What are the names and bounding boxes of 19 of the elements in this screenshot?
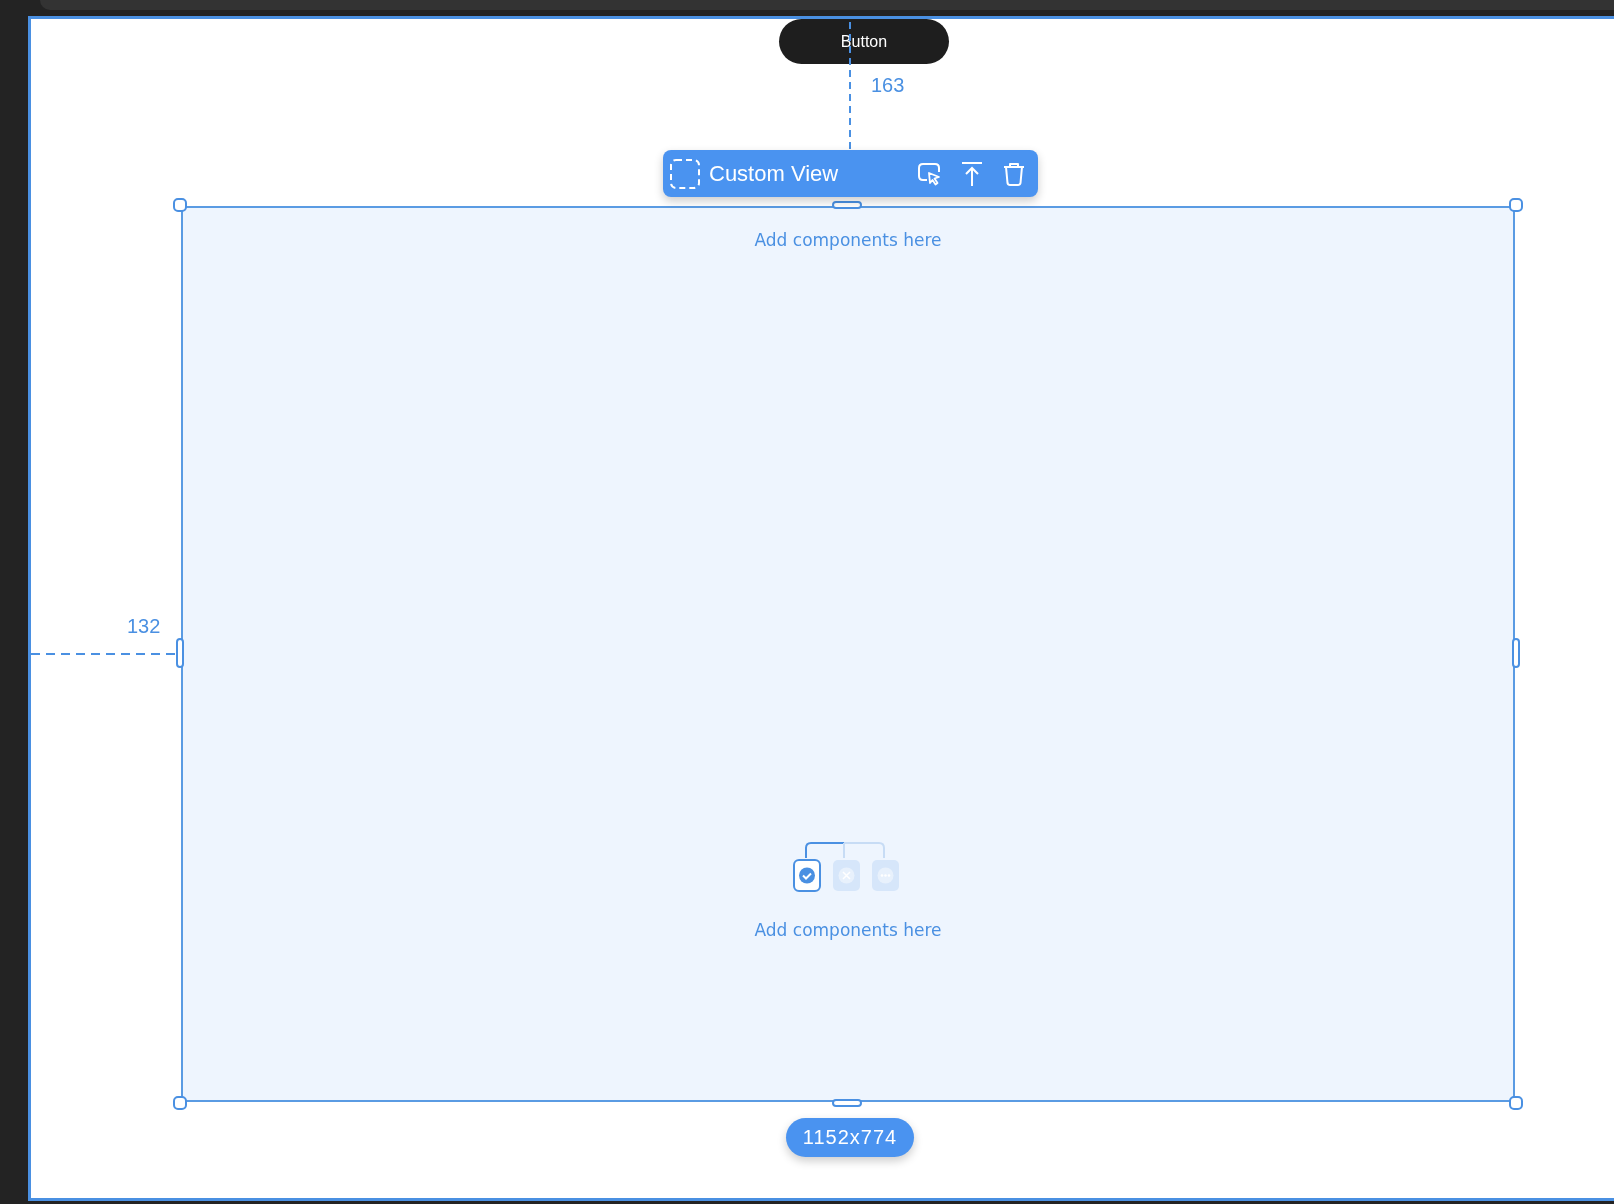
- resize-handle[interactable]: [173, 1096, 187, 1110]
- resize-handle[interactable]: [832, 201, 862, 209]
- placeholder-text: Add components here: [754, 920, 942, 940]
- resize-handle[interactable]: [832, 1099, 862, 1107]
- resize-handle[interactable]: [173, 198, 187, 212]
- resize-handle[interactable]: [176, 638, 184, 668]
- canvas-button[interactable]: Button: [779, 19, 949, 64]
- resize-handle[interactable]: [1512, 638, 1520, 668]
- size-badge: 1152x774: [786, 1118, 914, 1157]
- toolbar-title: Custom View: [709, 160, 839, 187]
- placeholder-text: Add components here: [754, 230, 942, 250]
- dashed-square-icon: [669, 157, 701, 190]
- resize-handle[interactable]: [1509, 1096, 1523, 1110]
- resize-handle[interactable]: [1509, 198, 1523, 212]
- trash-icon[interactable]: [1002, 160, 1026, 187]
- spacing-label: 132: [127, 615, 161, 638]
- move-to-top-icon[interactable]: [960, 160, 984, 187]
- spacing-label: 163: [871, 74, 905, 97]
- cursor-select-icon[interactable]: [916, 160, 942, 187]
